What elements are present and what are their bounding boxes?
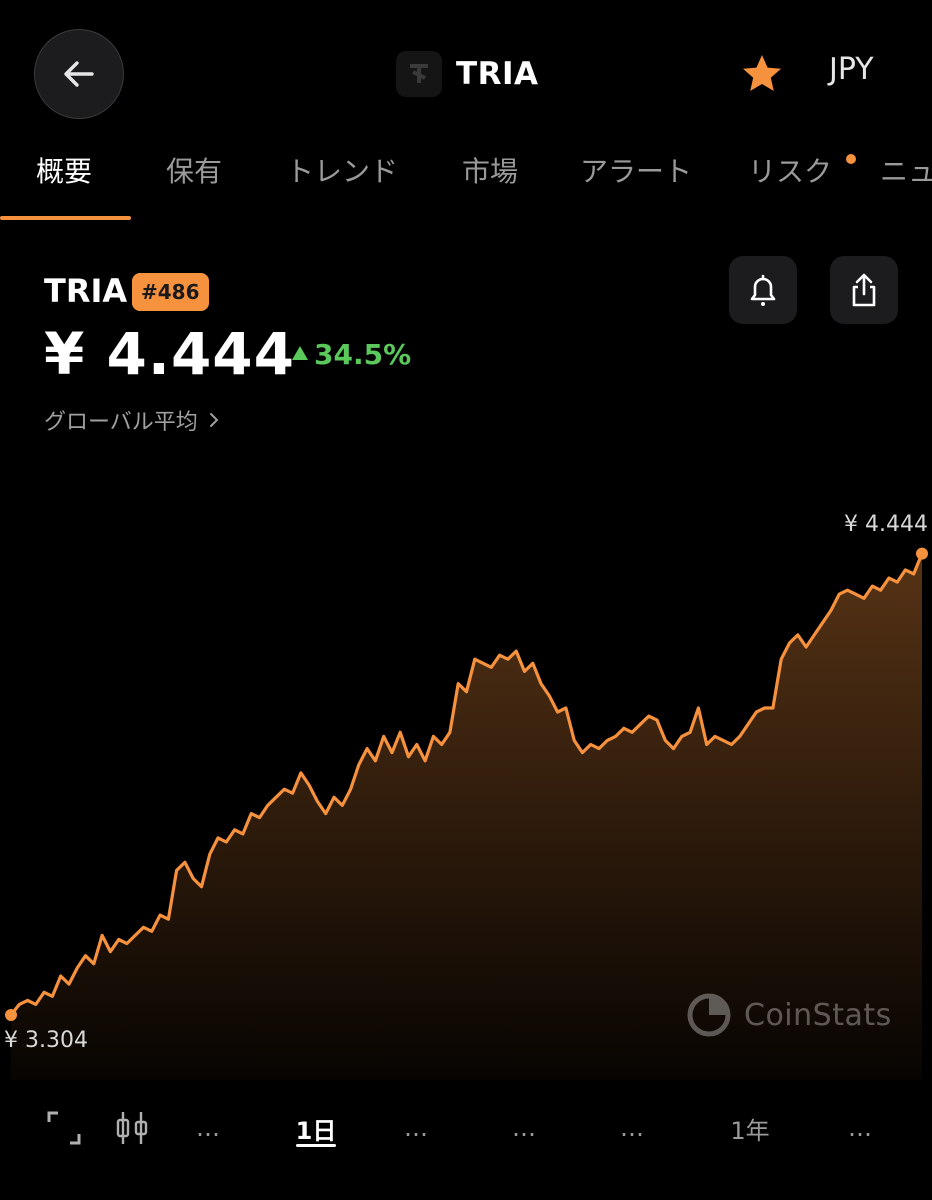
watermark-text: CoinStats xyxy=(744,997,892,1033)
alert-button[interactable] xyxy=(729,256,797,324)
page-title: TRIA xyxy=(456,56,539,92)
bell-icon xyxy=(750,274,776,306)
period-option[interactable]: … xyxy=(394,1100,438,1156)
risk-notification-dot xyxy=(846,154,856,164)
arrow-left-icon xyxy=(64,61,94,87)
tab-overview[interactable]: 概要 xyxy=(36,150,92,190)
tab-markets[interactable]: 市場 xyxy=(462,150,518,190)
back-button[interactable] xyxy=(34,29,124,119)
chart-max-label: ¥ 4.444 xyxy=(844,512,928,537)
share-button[interactable] xyxy=(830,256,898,324)
currency-selector[interactable]: JPY xyxy=(829,52,874,87)
coin-symbol: TRIA xyxy=(44,272,128,310)
tab-alerts[interactable]: アラート xyxy=(580,150,692,190)
price-change: 34.5% xyxy=(292,338,411,371)
period-option[interactable]: … xyxy=(610,1100,654,1156)
chart-toolbar: … 1日 … … … 1年 … xyxy=(0,1100,932,1160)
chevron-right-icon xyxy=(209,413,219,427)
tab-risk[interactable]: リスク xyxy=(748,150,832,190)
chart-start-point xyxy=(5,1009,17,1021)
period-1y[interactable]: 1年 xyxy=(722,1100,778,1156)
candlestick-icon xyxy=(116,1112,148,1144)
active-period-indicator xyxy=(296,1144,336,1147)
fullscreen-icon xyxy=(47,1111,81,1145)
price-source-label: グローバル平均 xyxy=(44,410,198,435)
coinstats-watermark: CoinStats xyxy=(686,992,892,1038)
period-1d[interactable]: 1日 xyxy=(290,1100,342,1156)
tab-bar: 概要 保有 トレンド 市場 アラート リスク ニュ xyxy=(0,146,932,222)
tab-holdings[interactable]: 保有 xyxy=(166,150,222,190)
candlestick-button[interactable] xyxy=(108,1100,156,1156)
tab-news[interactable]: ニュ xyxy=(880,150,932,190)
price-source-link[interactable]: グローバル平均 xyxy=(44,404,220,436)
tab-trends[interactable]: トレンド xyxy=(286,150,398,190)
tria-logo-icon xyxy=(396,51,442,97)
period-option[interactable]: … xyxy=(502,1100,546,1156)
period-option[interactable]: … xyxy=(838,1100,882,1156)
coinstats-logo-icon xyxy=(687,993,731,1037)
current-price: ¥ 4.444 xyxy=(44,320,296,388)
price-change-value: 34.5% xyxy=(314,338,412,371)
active-tab-indicator xyxy=(0,216,131,220)
chart-min-label: ¥ 3.304 xyxy=(4,1028,88,1053)
share-icon xyxy=(852,273,876,307)
triangle-up-icon xyxy=(292,345,308,360)
coin-title-group: TRIA xyxy=(396,48,539,100)
chart-end-point xyxy=(916,547,928,560)
period-option[interactable]: … xyxy=(186,1100,230,1156)
fullscreen-button[interactable] xyxy=(40,1100,88,1156)
rank-badge: #486 xyxy=(132,273,209,311)
star-icon[interactable] xyxy=(740,52,784,96)
